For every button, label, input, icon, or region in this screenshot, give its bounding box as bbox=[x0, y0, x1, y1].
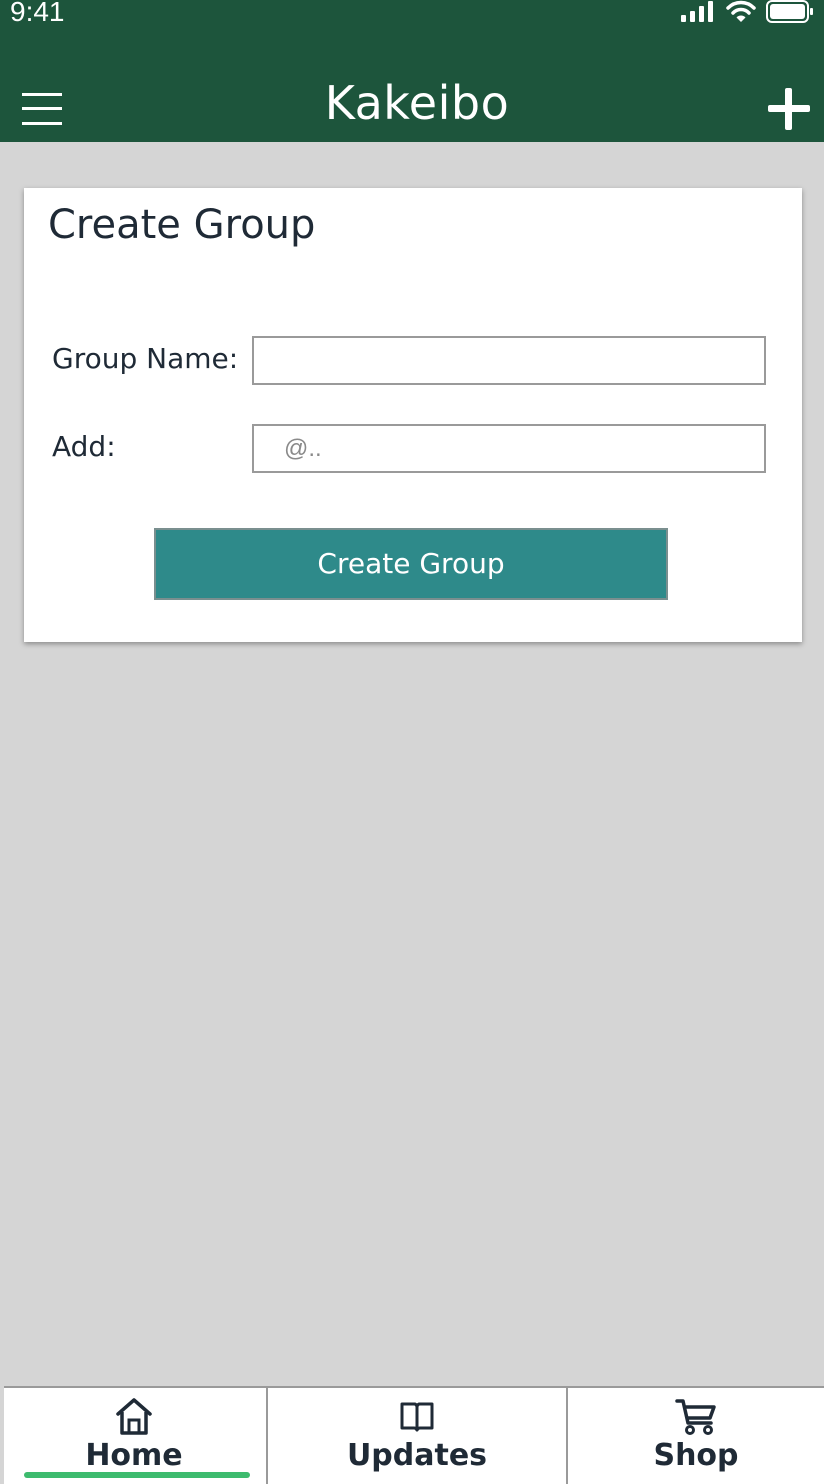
app-header: 9:41 Kakeibo bbox=[0, 0, 824, 142]
add-label: Add: bbox=[52, 430, 116, 463]
app-title: Kakeibo bbox=[324, 76, 510, 130]
group-name-label: Group Name: bbox=[52, 342, 239, 375]
status-time: 9:41 bbox=[10, 0, 65, 27]
tab-updates[interactable]: Updates bbox=[266, 1388, 566, 1484]
status-icons bbox=[680, 0, 814, 24]
bottom-tab-bar: Home Updates Shop bbox=[4, 1386, 824, 1484]
card-title: Create Group bbox=[48, 202, 316, 248]
plus-icon[interactable] bbox=[766, 86, 812, 132]
shopping-cart-icon bbox=[675, 1396, 717, 1436]
wifi-icon bbox=[726, 0, 756, 24]
add-member-input[interactable] bbox=[252, 424, 766, 473]
tab-updates-label: Updates bbox=[346, 1438, 488, 1473]
tab-shop[interactable]: Shop bbox=[566, 1388, 824, 1484]
create-group-card: Create Group Group Name: Add: Create Gro… bbox=[24, 188, 802, 642]
battery-icon bbox=[766, 0, 814, 24]
tab-home[interactable]: Home bbox=[4, 1388, 264, 1484]
active-tab-indicator bbox=[24, 1472, 250, 1478]
book-icon bbox=[396, 1396, 438, 1436]
create-group-button[interactable]: Create Group bbox=[154, 528, 668, 600]
group-name-input[interactable] bbox=[252, 336, 766, 385]
tab-home-label: Home bbox=[85, 1438, 183, 1473]
home-icon bbox=[113, 1396, 155, 1436]
tab-shop-label: Shop bbox=[653, 1438, 739, 1473]
cellular-signal-icon bbox=[680, 1, 716, 23]
